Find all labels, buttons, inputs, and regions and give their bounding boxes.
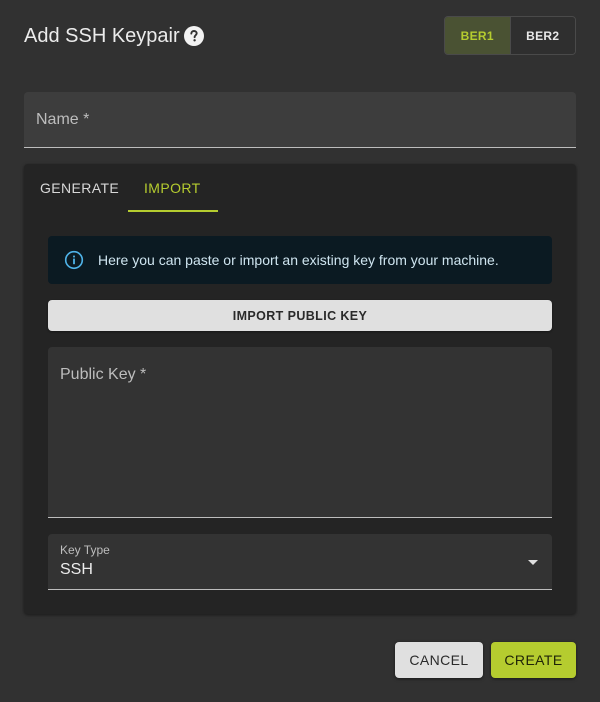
dropdown-arrow-icon — [528, 560, 538, 565]
cancel-button[interactable]: CANCEL — [395, 642, 483, 678]
region-button-ber2[interactable]: BER2 — [510, 17, 575, 54]
public-key-label: Public Key * — [60, 366, 147, 383]
region-toggle: BER1 BER2 — [444, 16, 576, 55]
tab-import[interactable]: IMPORT — [128, 164, 218, 212]
key-type-value: SSH — [60, 561, 93, 578]
info-icon — [64, 250, 84, 270]
help-circle-icon[interactable] — [184, 26, 204, 46]
create-button[interactable]: CREATE — [491, 642, 576, 678]
key-type-label: Key Type — [60, 543, 110, 557]
info-alert: Here you can paste or import an existing… — [48, 236, 552, 284]
tab-generate[interactable]: GENERATE — [24, 164, 128, 212]
region-button-ber1[interactable]: BER1 — [445, 17, 511, 54]
public-key-textarea[interactable]: Public Key * — [48, 347, 552, 518]
key-type-select[interactable]: Key Type SSH — [48, 534, 552, 590]
name-input-label: Name * — [36, 111, 90, 128]
info-alert-text: Here you can paste or import an existing… — [98, 252, 499, 268]
dialog-title: Add SSH Keypair — [24, 25, 180, 47]
name-input[interactable]: Name * — [24, 92, 576, 148]
key-source-card: GENERATE IMPORT Here you can paste or im… — [24, 164, 576, 614]
import-public-key-button[interactable]: IMPORT PUBLIC KEY — [48, 300, 552, 331]
add-ssh-keypair-dialog: Add SSH Keypair BER1 BER2 Name * GENERAT… — [0, 0, 600, 702]
key-source-tabs: GENERATE IMPORT — [24, 164, 218, 212]
